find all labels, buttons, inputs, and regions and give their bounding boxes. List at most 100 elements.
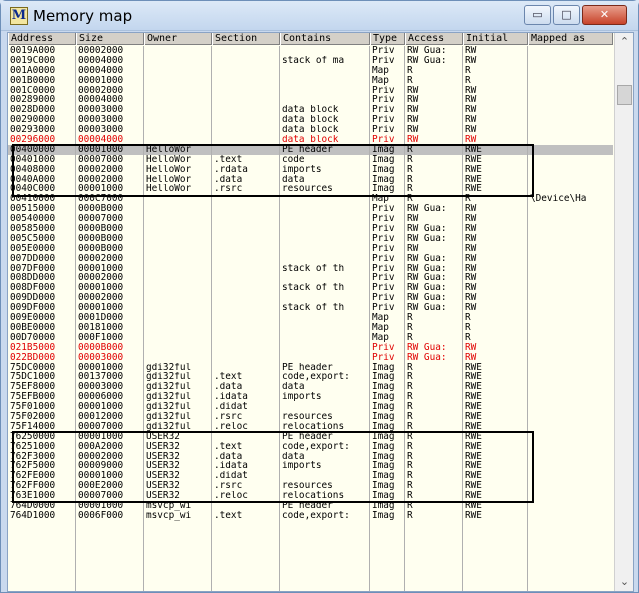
table-row[interactable]: 021B5000 0000B000 Priv RW Gua: RW [8,343,613,353]
table-row[interactable]: 764D0000 00001000 msvcp_wi PE header Imag R RW… [8,501,613,511]
title-bar[interactable]: M Memory map ▭ □ ✕ [1,1,638,31]
column-header-size[interactable]: Size [76,33,144,45]
table-row[interactable]: 008DF000 00001000 stack of th Priv RW Gua: RW [8,283,613,293]
table-row[interactable]: 762FE000 00001000 USER32 .didat Imag R RWE [8,471,613,481]
table-row[interactable]: 76251000 000A2000 USER32 .text code,export: I… [8,442,613,452]
cell-mapped-as [528,125,613,135]
cell-initial: RWE [465,421,482,432]
cell-type: Imag [372,362,395,373]
cell-owner [144,95,212,105]
table-row[interactable]: 00289000 00004000 Priv RW RW [8,95,613,105]
column-header-contains[interactable]: Contains [280,33,370,45]
column-header-type[interactable]: Type [370,33,405,45]
cell-size: 00003000 [78,105,124,116]
table-row[interactable]: 762FF000 000E2000 USER32 .rsrc resources Imag… [8,481,613,491]
table-row[interactable]: 001B0000 00001000 Map R R [8,76,613,86]
cell-section [212,303,280,313]
table-row[interactable]: 00585000 0000B000 Priv RW Gua: RW [8,224,613,234]
maximize-button[interactable]: □ [553,5,580,25]
table-row[interactable]: 009DD000 00002000 Priv RW Gua: RW [8,293,613,303]
table-row[interactable]: 0028D000 00003000 data block Priv RW RW [8,105,613,115]
table-row[interactable]: 00400000 00001000 HelloWor PE header Imag R RW… [8,144,613,155]
table-row[interactable]: 001A0000 00004000 Map R R [8,66,613,76]
table-row[interactable]: 75F02000 00012000 gdi32ful .rsrc resources Im… [8,412,613,422]
cell-contains [280,194,370,204]
table-row[interactable]: 0019A000 00002000 Priv RW Gua: RW [8,46,613,56]
table-row[interactable]: 022BD000 00003000 Priv RW Gua: RW [8,353,613,363]
table-row[interactable]: 007DD000 00002000 Priv RW Gua: RW [8,254,613,264]
cell-section: .text [214,154,243,165]
cell-mapped-as [528,501,613,511]
scroll-up-arrow-icon[interactable]: ⌃ [615,33,633,50]
table-row[interactable]: 76250000 00001000 USER32 PE header Imag R RWE [8,432,613,442]
cell-size: 00007000 [78,214,124,225]
table-row[interactable]: 75F01000 00001000 gdi32ful .didat Imag R RWE [8,402,613,412]
cell-section [212,363,280,373]
cell-address: 0040C000 [10,184,56,195]
cell-access: RW Gua: [407,253,447,264]
cell-owner: msvcp_wi [146,500,192,511]
table-row[interactable]: 00410000 000C7000 Map R R \Device\Ha [8,194,613,204]
table-row[interactable]: 00290000 00003000 data block Priv RW RW [8,115,613,125]
column-header-owner[interactable]: Owner [144,33,212,45]
table-row[interactable]: 00BE0000 00181000 Map R R [8,323,613,333]
cell-address: 75F02000 [10,411,56,422]
table-row[interactable]: 762F5000 00009000 USER32 .idata imports Imag R… [8,461,613,471]
cell-section [212,115,280,125]
cell-contains [280,204,370,214]
table-row[interactable]: 00515000 0000B000 Priv RW Gua: RW [8,204,613,214]
cell-initial: RW [465,303,477,314]
column-header-initial[interactable]: Initial [463,33,528,45]
cell-initial: RW [465,352,477,363]
table-row[interactable]: 75F14000 00007000 gdi32ful .reloc relocation… [8,422,613,432]
table-row[interactable]: 009E0000 0001D000 Map R R [8,313,613,323]
table-row[interactable]: 75EF8000 00003000 gdi32ful .data data Imag R RW… [8,382,613,392]
table-row[interactable]: 00540000 00007000 Priv RW RW [8,214,613,224]
cell-contains [280,343,370,353]
scroll-down-arrow-icon[interactable]: ⌄ [615,573,633,590]
table-row[interactable]: 763E1000 00007000 USER32 .reloc relocations I… [8,491,613,501]
cell-size: 00001000 [78,144,124,155]
minimize-button[interactable]: ▭ [524,5,551,25]
close-button[interactable]: ✕ [582,5,627,25]
cell-contains [280,224,370,234]
cell-address: 0019A000 [10,46,56,56]
table-row[interactable]: 75DC1000 00137000 gdi32ful .text code,export… [8,372,613,382]
cell-section [212,194,280,204]
cell-section [212,333,280,343]
table-row[interactable]: 0040A000 00002000 HelloWor .data data Imag R RW… [8,175,613,185]
cell-size: 00001000 [78,362,124,373]
cell-owner [144,343,212,353]
table-row[interactable]: 009DF000 00001000 stack of th Priv RW Gua: RW [8,303,613,313]
cell-mapped-as [528,491,613,501]
vertical-scrollbar[interactable]: ⌃ ⌄ [614,33,633,591]
table-row[interactable]: 00408000 00002000 HelloWor .rdata imports Ima… [8,165,613,175]
cell-size: 000F1000 [78,332,124,343]
table-row[interactable]: 005E0000 0000B000 Priv RW RW [8,244,613,254]
table-row[interactable]: 005C5000 0000B000 Priv RW Gua: RW [8,234,613,244]
table-row[interactable]: 00D70000 000F1000 Map R R [8,333,613,343]
column-header-section[interactable]: Section [212,33,280,45]
cell-access: R [407,441,413,452]
cell-section: .idata [214,461,248,472]
table-row[interactable]: 00401000 00007000 HelloWor .text code Imag R RW… [8,155,613,165]
column-header-address[interactable]: Address [8,33,76,45]
column-header-mapped-as[interactable]: Mapped as [528,33,613,45]
table-row[interactable]: 008DD000 00002000 Priv RW Gua: RW [8,273,613,283]
cell-type: Imag [372,510,395,521]
table-row[interactable]: 764D1000 0006F000 msvcp_wi .text code,export… [8,511,613,521]
table-row[interactable]: 75DC0000 00001000 gdi32ful PE header Imag R RW… [8,363,613,373]
cell-size: 00002000 [78,273,124,284]
table-row[interactable]: 75EFB000 00006000 gdi32ful .idata imports Ima… [8,392,613,402]
table-row[interactable]: 001C0000 00002000 Priv RW RW [8,86,613,96]
scrollbar-thumb[interactable] [617,85,632,105]
table-row[interactable]: 0019C000 00004000 stack of ma Priv RW Gua: RW [8,56,613,66]
table-row[interactable]: 007DF000 00001000 stack of th Priv RW Gua: RW [8,264,613,274]
table-row[interactable]: 00296000 00004000 data block Priv RW RW [8,135,613,145]
column-header-access[interactable]: Access [405,33,463,45]
cell-address: 00D70000 [10,332,56,343]
table-row[interactable]: 762F3000 00002000 USER32 .data data Imag R RWE [8,452,613,462]
table-row[interactable]: 0040C000 00001000 HelloWor .rsrc resources Im… [8,184,613,194]
cell-access: R [407,510,413,521]
table-row[interactable]: 00293000 00003000 data block Priv RW RW [8,125,613,135]
